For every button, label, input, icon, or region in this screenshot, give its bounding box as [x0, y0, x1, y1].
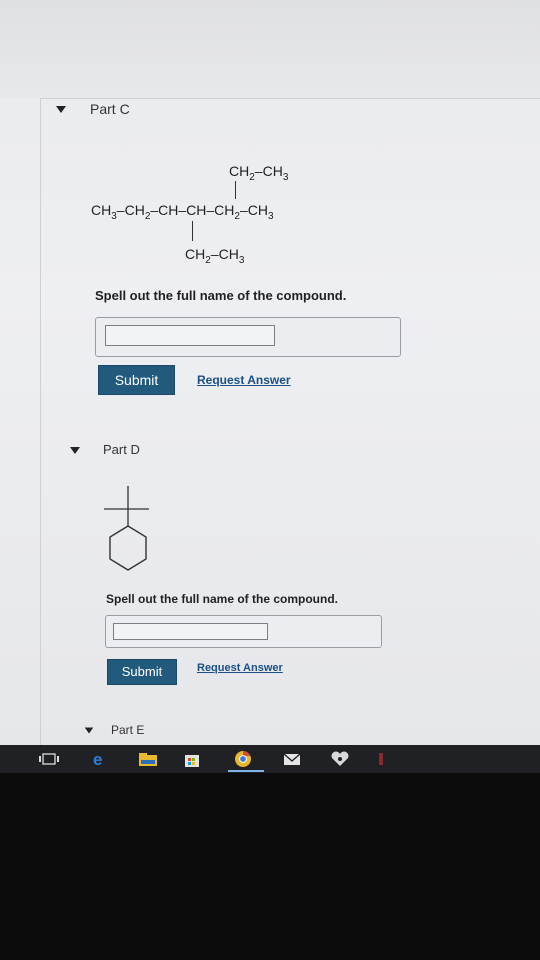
app-icon[interactable] — [377, 751, 387, 767]
taskbar: e — [0, 745, 540, 773]
main-chain-formula: CH3–CH2–CH–CH–CH2–CH3 — [91, 202, 274, 222]
part-d-question: Spell out the full name of the compound. — [106, 592, 338, 606]
part-c-answer-input[interactable] — [105, 325, 275, 346]
part-e-title[interactable]: Part E — [111, 723, 144, 737]
active-app-indicator — [228, 770, 264, 772]
tert-butyl-cyclohexane-structure — [104, 486, 149, 571]
content-left-border — [40, 98, 41, 745]
page-header-area — [0, 0, 540, 98]
part-d-submit-button[interactable]: Submit — [107, 659, 177, 685]
part-d-title[interactable]: Part D — [103, 442, 140, 457]
svg-text:e: e — [93, 751, 102, 767]
chrome-icon[interactable] — [234, 750, 252, 767]
part-d-request-answer-link[interactable]: Request Answer — [197, 662, 283, 674]
part-c-title[interactable]: Part C — [90, 101, 130, 117]
part-c-toggle-icon[interactable] — [56, 106, 66, 113]
part-c-question: Spell out the full name of the compound. — [95, 288, 347, 303]
part-d-toggle-icon[interactable] — [70, 447, 80, 454]
mail-icon[interactable] — [282, 751, 302, 767]
bottom-bond-line — [192, 221, 193, 241]
edge-browser-icon[interactable]: e — [92, 750, 110, 769]
iheartradio-icon[interactable] — [328, 751, 352, 767]
bottom-branch-formula: CH2–CH3 — [185, 246, 245, 266]
part-c-submit-button[interactable]: Submit — [98, 365, 175, 395]
task-view-icon[interactable] — [38, 751, 60, 767]
top-bond-line — [235, 181, 236, 199]
top-branch-formula: CH2–CH3 — [229, 163, 289, 183]
file-explorer-icon[interactable] — [138, 751, 158, 767]
part-e-toggle-icon[interactable] — [84, 727, 94, 734]
divider — [40, 98, 540, 99]
store-icon[interactable] — [183, 751, 201, 767]
part-d-answer-input[interactable] — [113, 623, 268, 640]
browser-page: Part C CH2–CH3 CH3–CH2–CH–CH–CH2–CH3 CH2… — [0, 0, 540, 745]
part-c-request-answer-link[interactable]: Request Answer — [197, 373, 291, 387]
